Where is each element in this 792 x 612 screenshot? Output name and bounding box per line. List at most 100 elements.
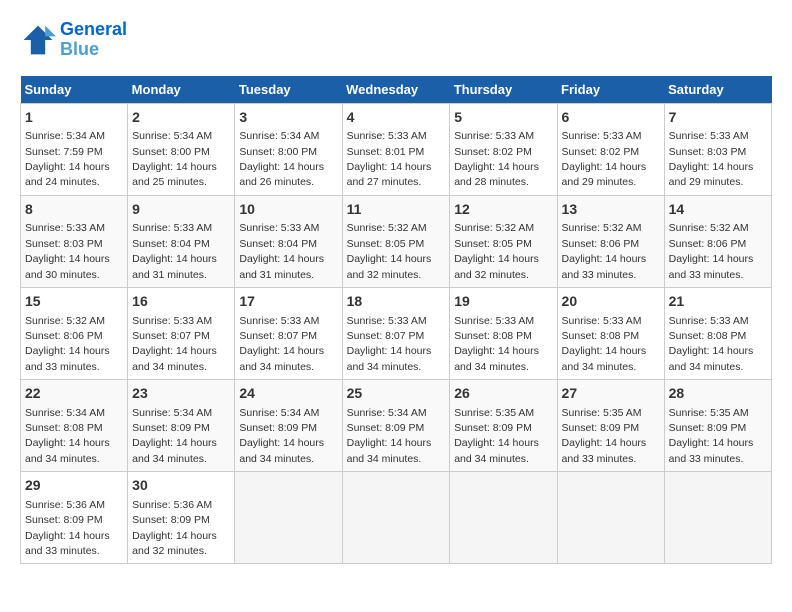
calendar-cell: 13Sunrise: 5:32 AMSunset: 8:06 PMDayligh… xyxy=(557,195,664,287)
day-number: 22 xyxy=(25,384,123,404)
day-info: Sunrise: 5:34 AMSunset: 8:00 PMDaylight:… xyxy=(132,130,217,188)
calendar-cell: 29 Sunrise: 5:36 AMSunset: 8:09 PMDayligh… xyxy=(21,472,128,564)
logo-text: General Blue xyxy=(60,20,127,60)
calendar-cell: 9Sunrise: 5:33 AMSunset: 8:04 PMDaylight… xyxy=(128,195,235,287)
column-header-friday: Friday xyxy=(557,76,664,104)
day-number: 26 xyxy=(454,384,552,404)
calendar-cell xyxy=(235,472,342,564)
calendar-cell: 16Sunrise: 5:33 AMSunset: 8:07 PMDayligh… xyxy=(128,287,235,379)
calendar-cell xyxy=(342,472,450,564)
day-info: Sunrise: 5:33 AMSunset: 8:07 PMDaylight:… xyxy=(347,315,432,373)
day-info: Sunrise: 5:34 AMSunset: 8:08 PMDaylight:… xyxy=(25,407,110,465)
day-number: 24 xyxy=(239,384,337,404)
calendar-week-5: 29 Sunrise: 5:36 AMSunset: 8:09 PMDayligh… xyxy=(21,472,772,564)
day-info: Sunrise: 5:32 AMSunset: 8:06 PMDaylight:… xyxy=(669,222,754,280)
calendar-cell: 20 Sunrise: 5:33 AMSunset: 8:08 PMDayligh… xyxy=(557,287,664,379)
column-header-wednesday: Wednesday xyxy=(342,76,450,104)
day-number: 17 xyxy=(239,292,337,312)
day-number: 4 xyxy=(347,108,446,128)
day-number: 13 xyxy=(562,200,660,220)
day-number: 6 xyxy=(562,108,660,128)
day-info: Sunrise: 5:33 AMSunset: 8:08 PMDaylight:… xyxy=(562,315,647,373)
day-number: 14 xyxy=(669,200,767,220)
calendar-cell: 22 Sunrise: 5:34 AMSunset: 8:08 PMDayligh… xyxy=(21,380,128,472)
calendar-cell: 2Sunrise: 5:34 AMSunset: 8:00 PMDaylight… xyxy=(128,103,235,195)
day-number: 23 xyxy=(132,384,230,404)
day-number: 16 xyxy=(132,292,230,312)
day-info: Sunrise: 5:33 AMSunset: 8:07 PMDaylight:… xyxy=(239,315,324,373)
day-info: Sunrise: 5:33 AMSunset: 8:08 PMDaylight:… xyxy=(669,315,754,373)
day-info: Sunrise: 5:34 AMSunset: 8:09 PMDaylight:… xyxy=(347,407,432,465)
day-number: 9 xyxy=(132,200,230,220)
day-info: Sunrise: 5:33 AMSunset: 8:02 PMDaylight:… xyxy=(562,130,647,188)
calendar-week-2: 8Sunrise: 5:33 AMSunset: 8:03 PMDaylight… xyxy=(21,195,772,287)
day-number: 2 xyxy=(132,108,230,128)
calendar-cell: 17 Sunrise: 5:33 AMSunset: 8:07 PMDayligh… xyxy=(235,287,342,379)
calendar-cell xyxy=(450,472,557,564)
column-header-tuesday: Tuesday xyxy=(235,76,342,104)
calendar-week-1: 1Sunrise: 5:34 AMSunset: 7:59 PMDaylight… xyxy=(21,103,772,195)
day-info: Sunrise: 5:35 AMSunset: 8:09 PMDaylight:… xyxy=(454,407,539,465)
day-info: Sunrise: 5:34 AMSunset: 7:59 PMDaylight:… xyxy=(25,130,110,188)
day-info: Sunrise: 5:33 AMSunset: 8:03 PMDaylight:… xyxy=(25,222,110,280)
calendar-cell: 10Sunrise: 5:33 AMSunset: 8:04 PMDayligh… xyxy=(235,195,342,287)
calendar-week-3: 15 Sunrise: 5:32 AMSunset: 8:06 PMDayligh… xyxy=(21,287,772,379)
day-number: 8 xyxy=(25,200,123,220)
calendar-cell: 12Sunrise: 5:32 AMSunset: 8:05 PMDayligh… xyxy=(450,195,557,287)
day-number: 27 xyxy=(562,384,660,404)
calendar-cell: 30 Sunrise: 5:36 AMSunset: 8:09 PMDayligh… xyxy=(128,472,235,564)
calendar-week-4: 22 Sunrise: 5:34 AMSunset: 8:08 PMDayligh… xyxy=(21,380,772,472)
day-info: Sunrise: 5:32 AMSunset: 8:05 PMDaylight:… xyxy=(454,222,539,280)
day-info: Sunrise: 5:34 AMSunset: 8:09 PMDaylight:… xyxy=(132,407,217,465)
day-info: Sunrise: 5:33 AMSunset: 8:04 PMDaylight:… xyxy=(239,222,324,280)
day-number: 28 xyxy=(669,384,767,404)
day-info: Sunrise: 5:35 AMSunset: 8:09 PMDaylight:… xyxy=(669,407,754,465)
day-number: 25 xyxy=(347,384,446,404)
calendar-cell xyxy=(664,472,771,564)
day-number: 1 xyxy=(25,108,123,128)
calendar-cell: 27 Sunrise: 5:35 AMSunset: 8:09 PMDayligh… xyxy=(557,380,664,472)
calendar-cell: 6Sunrise: 5:33 AMSunset: 8:02 PMDaylight… xyxy=(557,103,664,195)
day-info: Sunrise: 5:35 AMSunset: 8:09 PMDaylight:… xyxy=(562,407,647,465)
day-info: Sunrise: 5:33 AMSunset: 8:04 PMDaylight:… xyxy=(132,222,217,280)
calendar-cell: 1Sunrise: 5:34 AMSunset: 7:59 PMDaylight… xyxy=(21,103,128,195)
calendar-cell: 11Sunrise: 5:32 AMSunset: 8:05 PMDayligh… xyxy=(342,195,450,287)
column-header-monday: Monday xyxy=(128,76,235,104)
day-number: 7 xyxy=(669,108,767,128)
calendar-cell: 5Sunrise: 5:33 AMSunset: 8:02 PMDaylight… xyxy=(450,103,557,195)
column-header-thursday: Thursday xyxy=(450,76,557,104)
day-number: 10 xyxy=(239,200,337,220)
day-info: Sunrise: 5:34 AMSunset: 8:00 PMDaylight:… xyxy=(239,130,324,188)
day-info: Sunrise: 5:34 AMSunset: 8:09 PMDaylight:… xyxy=(239,407,324,465)
day-number: 19 xyxy=(454,292,552,312)
day-info: Sunrise: 5:33 AMSunset: 8:03 PMDaylight:… xyxy=(669,130,754,188)
calendar-table: SundayMondayTuesdayWednesdayThursdayFrid… xyxy=(20,76,772,565)
day-number: 3 xyxy=(239,108,337,128)
calendar-cell: 21 Sunrise: 5:33 AMSunset: 8:08 PMDayligh… xyxy=(664,287,771,379)
day-info: Sunrise: 5:33 AMSunset: 8:08 PMDaylight:… xyxy=(454,315,539,373)
day-info: Sunrise: 5:36 AMSunset: 8:09 PMDaylight:… xyxy=(25,499,110,557)
calendar-cell xyxy=(557,472,664,564)
day-number: 15 xyxy=(25,292,123,312)
calendar-cell: 28 Sunrise: 5:35 AMSunset: 8:09 PMDayligh… xyxy=(664,380,771,472)
logo: General Blue xyxy=(20,20,127,60)
calendar-cell: 8Sunrise: 5:33 AMSunset: 8:03 PMDaylight… xyxy=(21,195,128,287)
day-number: 30 xyxy=(132,476,230,496)
calendar-cell: 23 Sunrise: 5:34 AMSunset: 8:09 PMDayligh… xyxy=(128,380,235,472)
calendar-cell: 15 Sunrise: 5:32 AMSunset: 8:06 PMDayligh… xyxy=(21,287,128,379)
calendar-cell: 25 Sunrise: 5:34 AMSunset: 8:09 PMDayligh… xyxy=(342,380,450,472)
day-number: 11 xyxy=(347,200,446,220)
day-number: 18 xyxy=(347,292,446,312)
day-number: 29 xyxy=(25,476,123,496)
day-number: 21 xyxy=(669,292,767,312)
day-info: Sunrise: 5:36 AMSunset: 8:09 PMDaylight:… xyxy=(132,499,217,557)
calendar-header-row: SundayMondayTuesdayWednesdayThursdayFrid… xyxy=(21,76,772,104)
calendar-cell: 7Sunrise: 5:33 AMSunset: 8:03 PMDaylight… xyxy=(664,103,771,195)
page-header: General Blue xyxy=(20,20,772,60)
calendar-cell: 18 Sunrise: 5:33 AMSunset: 8:07 PMDayligh… xyxy=(342,287,450,379)
calendar-cell: 19 Sunrise: 5:33 AMSunset: 8:08 PMDayligh… xyxy=(450,287,557,379)
day-info: Sunrise: 5:32 AMSunset: 8:06 PMDaylight:… xyxy=(25,315,110,373)
day-number: 20 xyxy=(562,292,660,312)
day-info: Sunrise: 5:33 AMSunset: 8:01 PMDaylight:… xyxy=(347,130,432,188)
calendar-cell: 24 Sunrise: 5:34 AMSunset: 8:09 PMDayligh… xyxy=(235,380,342,472)
